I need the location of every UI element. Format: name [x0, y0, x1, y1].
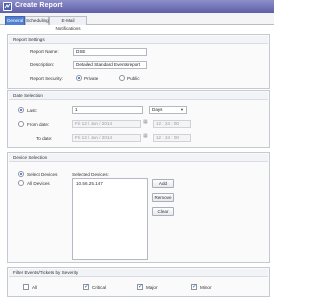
description-input[interactable]: Detailed Standard Eventsreport — [73, 61, 147, 69]
tab-bar: General Scheduling E-Mail Notifications — [0, 13, 274, 31]
public-label: Public — [127, 76, 140, 81]
chevron-down-icon: ▼ — [180, 107, 184, 112]
list-item[interactable]: 10.56.25.147 — [76, 181, 103, 186]
report-name-label: Report Name: — [30, 49, 59, 54]
report-security-label: Report Security: — [30, 76, 63, 81]
title-bar: Create Report — [0, 0, 274, 13]
calendar-icon[interactable]: ▦ — [143, 119, 148, 125]
device-selection-title: Device Selection — [9, 154, 268, 162]
private-label: Private — [84, 76, 99, 81]
selected-devices-list[interactable]: 10.56.25.147 — [72, 178, 148, 260]
last-unit-value: Days — [152, 107, 163, 112]
app-logo-icon — [3, 2, 12, 11]
remove-button[interactable]: Remove — [152, 193, 174, 202]
date-selection-title: Date Selection — [9, 92, 268, 100]
from-time-input[interactable]: 12 : 24 : 00 — [153, 120, 191, 128]
description-label: Description: — [30, 62, 55, 67]
major-label: Major — [146, 285, 158, 290]
all-devices-radio[interactable] — [18, 180, 24, 186]
to-date-input[interactable]: Fri 13 / Jun / 2014 — [72, 134, 141, 142]
severity-filter-title: Filter Events/Tickets by Severity — [9, 269, 268, 277]
public-radio[interactable] — [119, 75, 125, 81]
report-settings-panel: Report Settings Report Name: DSE Descrip… — [7, 34, 270, 89]
selected-devices-header: Selected Devices: — [72, 172, 109, 177]
calendar-icon[interactable]: ▦ — [143, 133, 148, 139]
severity-filter-panel: Filter Events/Tickets by Severity All ✓ … — [7, 267, 270, 297]
select-devices-label: Select Devices — [27, 172, 58, 177]
from-date-label: From date: — [27, 122, 50, 127]
last-unit-select[interactable]: Days ▼ — [149, 106, 187, 114]
tab-scheduling[interactable]: Scheduling — [25, 16, 49, 25]
all-devices-label: All Devices — [27, 181, 50, 186]
report-settings-title: Report Settings — [9, 36, 268, 44]
last-radio[interactable] — [18, 107, 24, 113]
report-name-input[interactable]: DSE — [73, 48, 147, 56]
add-button[interactable]: Add — [152, 179, 174, 188]
window-title: Create Report — [15, 2, 63, 9]
device-selection-panel: Device Selection Select Devices All Devi… — [7, 152, 270, 263]
from-date-input[interactable]: Fri 13 / Jun / 2014 — [72, 120, 141, 128]
tab-email-notifications[interactable]: E-Mail Notifications — [49, 16, 87, 31]
last-label: Last: — [27, 108, 37, 113]
clear-button[interactable]: Clear — [152, 207, 174, 216]
minor-label: Minor — [200, 285, 212, 290]
from-date-radio[interactable] — [18, 121, 24, 127]
select-devices-radio[interactable] — [18, 171, 24, 177]
minor-checkbox[interactable]: ✓ — [191, 284, 197, 290]
major-checkbox[interactable]: ✓ — [137, 284, 143, 290]
critical-label: Critical — [92, 285, 107, 290]
to-time-input[interactable]: 12 : 24 : 00 — [153, 134, 191, 142]
to-date-label: To date: — [36, 136, 53, 141]
private-radio[interactable] — [76, 75, 82, 81]
tab-general[interactable]: General — [5, 16, 25, 25]
last-count-input[interactable]: 1 — [72, 106, 143, 114]
critical-checkbox[interactable]: ✓ — [83, 284, 89, 290]
all-severity-label: All — [32, 285, 38, 290]
date-selection-panel: Date Selection Last: 1 Days ▼ From date:… — [7, 90, 270, 148]
all-checkbox[interactable] — [23, 284, 29, 290]
